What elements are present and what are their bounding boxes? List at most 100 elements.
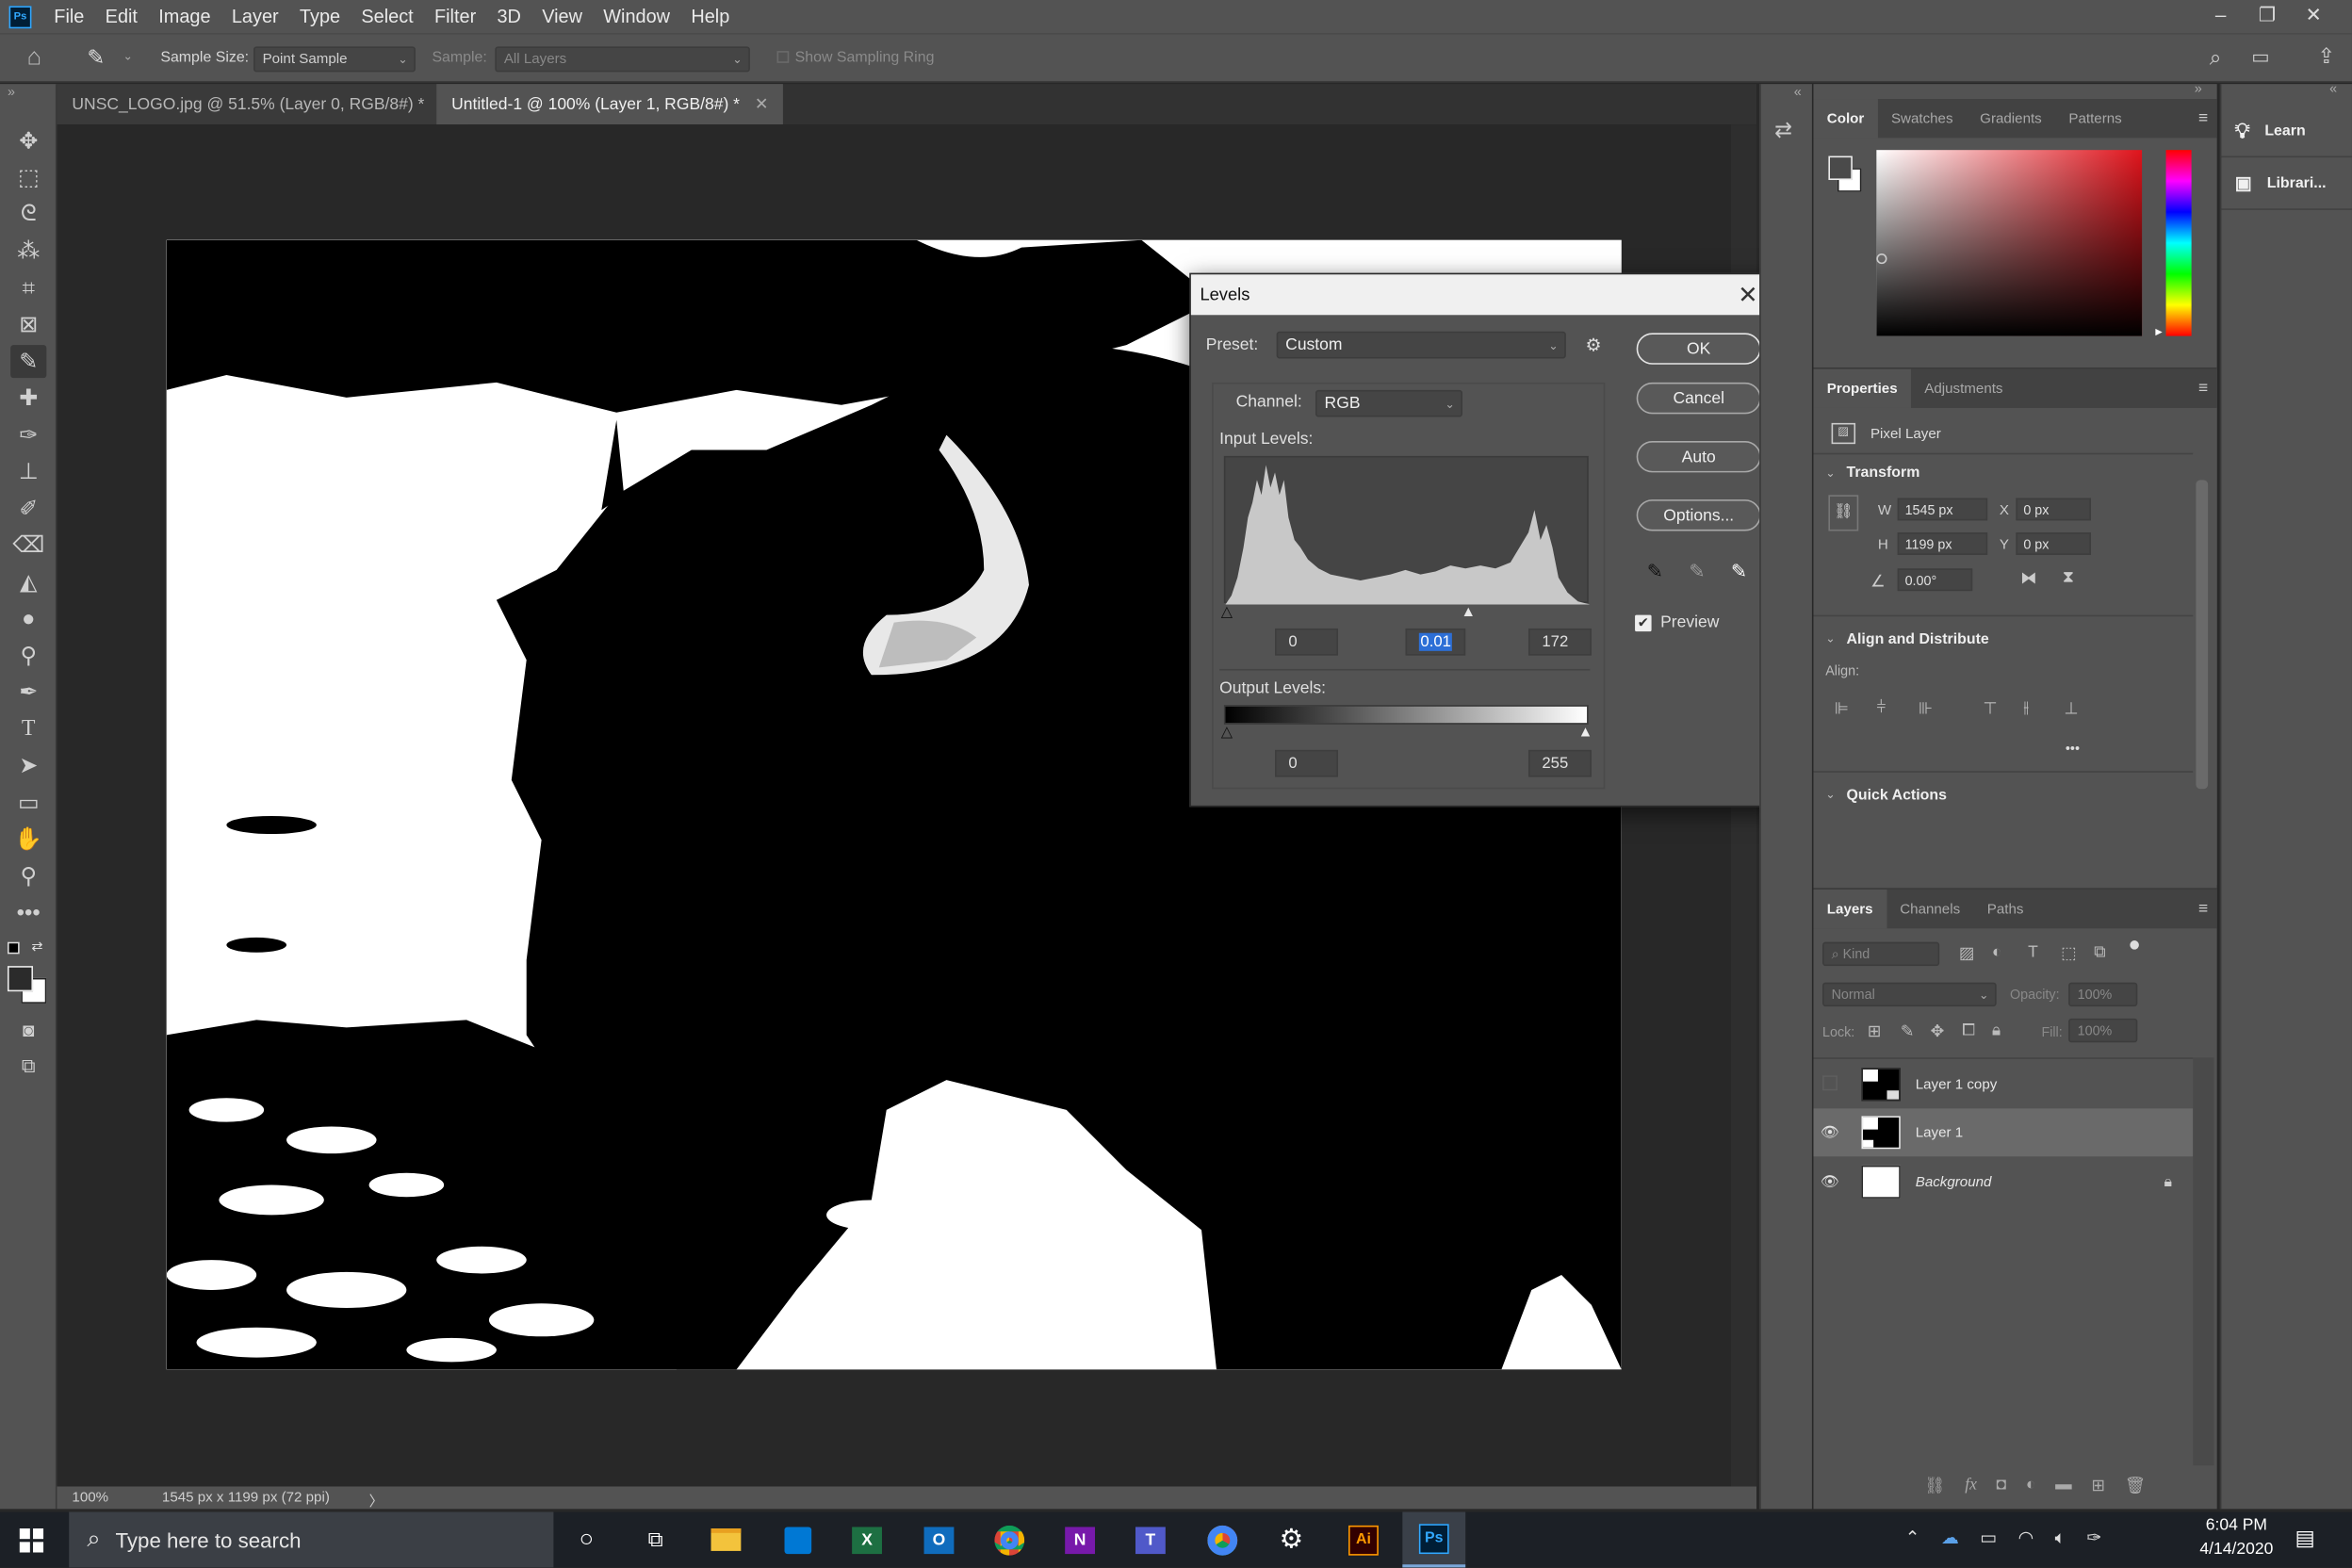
task-view-icon[interactable]: ⧉: [624, 1512, 687, 1568]
settings-icon[interactable]: ⚙: [1260, 1512, 1323, 1568]
move-tool-icon[interactable]: ✥: [10, 124, 46, 157]
menu-select[interactable]: Select: [351, 6, 424, 26]
color-field[interactable]: [1876, 150, 2143, 336]
screen-mode-icon[interactable]: ⧉: [10, 1050, 46, 1083]
chevron-down-icon[interactable]: ⌄: [123, 50, 134, 63]
auto-button[interactable]: Auto: [1636, 440, 1761, 473]
fill-field[interactable]: 100%: [2068, 1018, 2138, 1043]
flip-horizontal-icon[interactable]: ⧓: [2020, 568, 2037, 588]
marquee-tool-icon[interactable]: ⬚: [10, 160, 46, 193]
y-field[interactable]: 0 px: [2016, 532, 2091, 555]
filter-pixel-icon[interactable]: ▨: [1959, 943, 1975, 963]
menu-file[interactable]: File: [43, 6, 94, 26]
onenote-icon[interactable]: N: [1049, 1512, 1112, 1568]
black-point-slider[interactable]: △: [1221, 604, 1233, 621]
menu-edit[interactable]: Edit: [95, 6, 149, 26]
gamma-slider[interactable]: ▲: [1461, 604, 1476, 621]
lock-artboard-icon[interactable]: ⧠: [1962, 1021, 1975, 1041]
lasso-tool-icon[interactable]: ᘓ: [10, 197, 46, 230]
align-middle-icon[interactable]: ⫲: [2023, 699, 2029, 719]
panel-menu-icon[interactable]: ≡: [2198, 380, 2208, 398]
eyedropper-tool-icon[interactable]: ✎: [87, 45, 105, 71]
filter-adjustment-icon[interactable]: ◐: [1992, 943, 2002, 961]
gear-icon[interactable]: ⚙: [1586, 335, 1602, 355]
blend-mode-select[interactable]: Normal ⌄: [1822, 982, 1997, 1007]
brush-tool-icon[interactable]: ✑: [10, 418, 46, 451]
menu-help[interactable]: Help: [680, 6, 740, 26]
layer-row[interactable]: 👁︎ Background 🔒︎: [1813, 1158, 2193, 1206]
eraser-tool-icon[interactable]: ⌫: [10, 528, 46, 561]
lock-icon[interactable]: 🔒︎: [2164, 1174, 2171, 1191]
link-icon[interactable]: ⛓: [1924, 1476, 1945, 1495]
lock-all-icon[interactable]: 🔒︎: [1992, 1021, 2001, 1041]
magic-wand-tool-icon[interactable]: ⁂: [10, 234, 46, 267]
mask-icon[interactable]: ◘: [1997, 1476, 2007, 1495]
foreground-color-swatch[interactable]: [7, 966, 34, 992]
collapse-icon[interactable]: «: [1794, 84, 1802, 99]
wifi-icon[interactable]: ◠: [2018, 1527, 2034, 1549]
rectangle-tool-icon[interactable]: ▭: [10, 786, 46, 819]
output-black-slider[interactable]: △: [1221, 725, 1233, 742]
swap-colors-icon[interactable]: ⇄: [31, 939, 42, 956]
history-brush-tool-icon[interactable]: ✐: [10, 492, 46, 525]
ok-button[interactable]: OK: [1636, 333, 1761, 365]
tab-adjustments[interactable]: Adjustments: [1911, 369, 2017, 408]
hand-tool-icon[interactable]: ✋: [10, 822, 46, 855]
new-layer-icon[interactable]: ⊞: [2091, 1476, 2105, 1495]
paint-bucket-tool-icon[interactable]: ◭: [10, 565, 46, 598]
menu-view[interactable]: View: [531, 6, 593, 26]
white-eyedropper-icon[interactable]: ✎: [1731, 560, 1747, 583]
quick-mask-icon[interactable]: ◙: [10, 1012, 46, 1045]
taskbar-search[interactable]: ⌕ Type here to search: [69, 1511, 554, 1568]
chrome-icon[interactable]: [1191, 1512, 1254, 1568]
layers-scrollbar[interactable]: [2193, 1057, 2214, 1466]
output-black-field[interactable]: 0: [1275, 749, 1338, 777]
minimize-icon[interactable]: ‒: [2197, 3, 2244, 26]
path-selection-tool-icon[interactable]: ➤: [10, 748, 46, 781]
volume-icon[interactable]: 🔈︎: [2055, 1527, 2066, 1549]
hue-slider-handle[interactable]: ▶: [2155, 327, 2162, 338]
cancel-button[interactable]: Cancel: [1636, 382, 1761, 415]
close-tab-icon[interactable]: ✕: [755, 94, 769, 114]
menu-layer[interactable]: Layer: [221, 6, 289, 26]
layer-row[interactable]: 👁︎ Layer 1: [1813, 1108, 2194, 1157]
tab-gradients[interactable]: Gradients: [1967, 99, 2055, 138]
zoom-level[interactable]: 100%: [72, 1490, 108, 1507]
tab-swatches[interactable]: Swatches: [1878, 99, 1967, 138]
visibility-toggle[interactable]: [1813, 1074, 1846, 1095]
pen-icon[interactable]: ✑: [2086, 1527, 2101, 1549]
sample-layers-select[interactable]: All Layers ⌄: [495, 46, 750, 73]
align-bottom-icon[interactable]: ⊥: [2064, 699, 2078, 718]
layer-row[interactable]: Layer 1 copy: [1813, 1060, 2193, 1108]
adjustment-icon[interactable]: ◐: [2026, 1476, 2036, 1495]
flip-vertical-icon[interactable]: ⧗: [2063, 568, 2074, 588]
lock-position-icon[interactable]: ✥: [1931, 1021, 1945, 1041]
menu-3d[interactable]: 3D: [486, 6, 531, 26]
tab-layers[interactable]: Layers: [1813, 889, 1886, 929]
cortana-icon[interactable]: ○: [555, 1512, 618, 1568]
layer-name[interactable]: Layer 1 copy: [1916, 1076, 1998, 1093]
collapse-icon[interactable]: »: [8, 84, 15, 99]
tab-unsc-logo[interactable]: UNSC_LOGO.jpg @ 51.5% (Layer 0, RGB/8#) …: [57, 84, 468, 125]
restore-icon[interactable]: ❐: [2244, 3, 2290, 26]
width-field[interactable]: 1545 px: [1897, 498, 1988, 521]
status-menu-arrow[interactable]: 〉: [369, 1490, 384, 1511]
color-picker-handle[interactable]: [1876, 253, 1887, 265]
align-left-icon[interactable]: ⊫: [1835, 699, 1849, 718]
eye-icon[interactable]: 👁︎: [1813, 1124, 1846, 1141]
opacity-field[interactable]: 100%: [2068, 982, 2138, 1007]
trash-icon[interactable]: 🗑︎: [2125, 1476, 2146, 1495]
input-gamma-field[interactable]: 0.01: [1405, 628, 1466, 656]
preview-checkbox[interactable]: ✔: [1635, 614, 1652, 632]
share-icon[interactable]: ⇪: [2317, 43, 2335, 69]
photoshop-icon[interactable]: Ps: [1402, 1511, 1466, 1568]
input-white-field[interactable]: 172: [1528, 628, 1592, 656]
height-field[interactable]: 1199 px: [1897, 532, 1988, 555]
outlook-icon[interactable]: O: [907, 1512, 971, 1568]
folder-icon[interactable]: ▬: [2055, 1476, 2072, 1495]
align-top-icon[interactable]: ⊤: [1983, 699, 1997, 718]
healing-brush-tool-icon[interactable]: ✚: [10, 381, 46, 414]
channel-select[interactable]: RGB ⌄: [1315, 389, 1463, 417]
filter-type-icon[interactable]: T: [2028, 943, 2038, 961]
filter-shape-icon[interactable]: ⬚: [2061, 943, 2077, 963]
